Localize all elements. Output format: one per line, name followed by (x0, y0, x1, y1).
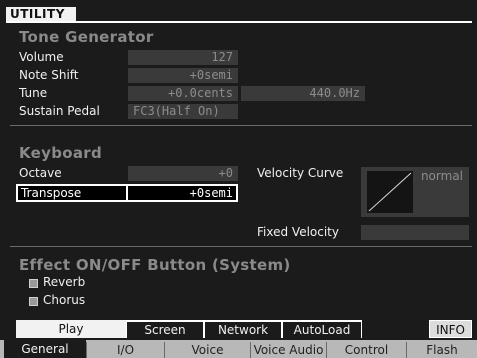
velocity-curve-field[interactable]: normal (361, 167, 469, 217)
note-shift-field[interactable]: +0semi (128, 68, 238, 83)
page-title: UTILITY (6, 7, 76, 21)
title-bar: UTILITY (6, 7, 472, 23)
note-shift-label: Note Shift (19, 68, 79, 82)
reverb-label: Reverb (43, 275, 86, 289)
tune-hz-field[interactable]: 440.0Hz (241, 86, 365, 101)
tab-autoload[interactable]: AutoLoad (282, 320, 362, 338)
tab-network[interactable]: Network (204, 320, 282, 338)
sustain-pedal-field[interactable]: FC3(Half On) (128, 104, 238, 119)
volume-field[interactable]: 127 (128, 50, 238, 65)
keyboard-heading: Keyboard (19, 144, 103, 162)
tune-label: Tune (19, 86, 48, 100)
octave-field[interactable]: +0 (128, 166, 238, 181)
fixed-velocity-field[interactable] (361, 225, 469, 240)
chorus-label: Chorus (43, 293, 86, 307)
tab-io[interactable]: I/O (86, 342, 164, 358)
tab-voice-audio[interactable]: Voice Audio (250, 342, 326, 358)
fixed-velocity-label: Fixed Velocity (257, 225, 339, 239)
velocity-curve-line-icon (368, 172, 412, 212)
velocity-curve-graph (367, 171, 413, 213)
tab-general[interactable]: General (4, 340, 86, 358)
sub-tab-bar: Play Screen Network AutoLoad INFO (6, 320, 472, 338)
octave-label: Octave (19, 166, 62, 180)
tab-play[interactable]: Play (16, 320, 126, 338)
transpose-field[interactable]: +0semi (190, 186, 233, 200)
effect-heading: Effect ON/OFF Button (System) (19, 256, 291, 274)
utility-screen: UTILITY Tone Generator Volume 127 Note S… (0, 0, 477, 358)
volume-label: Volume (19, 50, 64, 64)
velocity-curve-value: normal (420, 169, 463, 183)
tab-flash[interactable]: Flash (406, 342, 477, 358)
section-divider (10, 125, 472, 126)
reverb-checkbox[interactable] (29, 279, 38, 288)
transpose-row-selected[interactable]: Transpose +0semi (16, 184, 238, 202)
tab-screen[interactable]: Screen (126, 320, 204, 338)
tune-cents-field[interactable]: +0.0cents (128, 86, 238, 101)
sustain-pedal-label: Sustain Pedal (19, 104, 100, 118)
section-divider (10, 246, 472, 247)
chorus-checkbox[interactable] (29, 297, 38, 306)
main-tab-bar: General I/O Voice Voice Audio Control Fl… (0, 340, 477, 358)
tab-control[interactable]: Control (326, 342, 406, 358)
velocity-curve-label: Velocity Curve (257, 166, 344, 180)
transpose-label: Transpose (21, 186, 82, 200)
info-button[interactable]: INFO (429, 320, 472, 338)
tab-voice[interactable]: Voice (164, 342, 250, 358)
tone-generator-heading: Tone Generator (19, 28, 154, 46)
